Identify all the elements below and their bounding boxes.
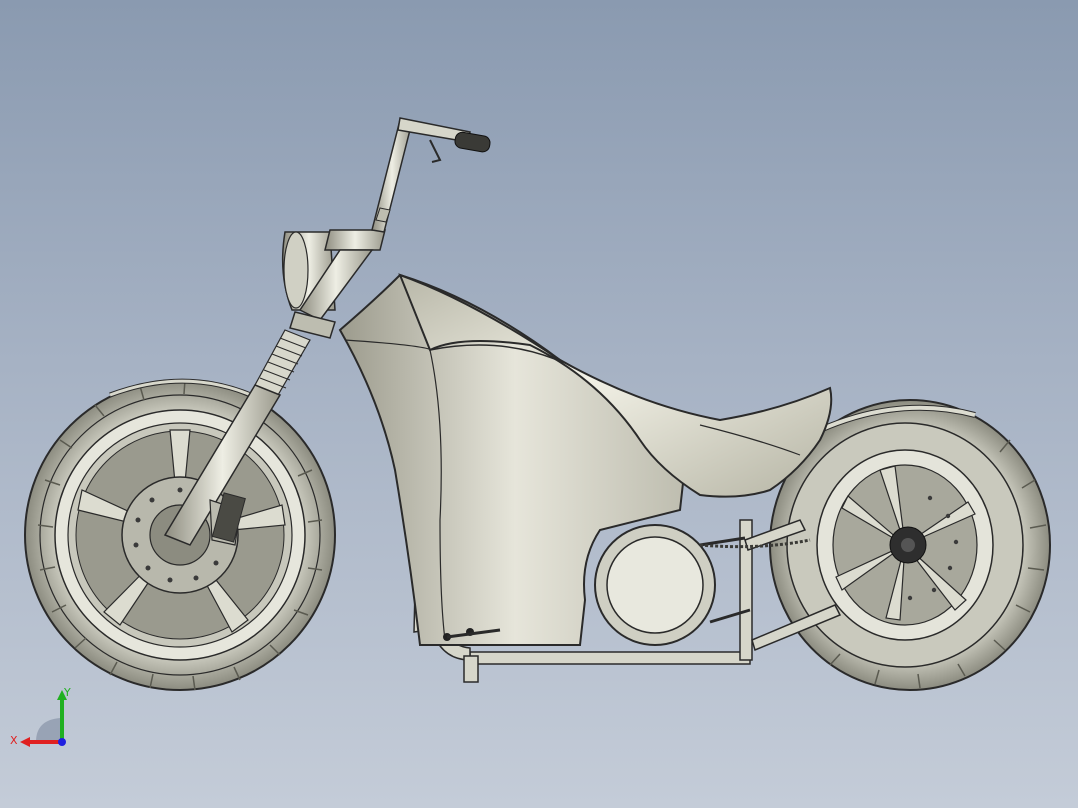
motor-housing[interactable] [594,524,751,646]
z-axis-dot [58,738,66,746]
axis-triad[interactable]: Y X [8,684,78,754]
3d-viewport[interactable]: Y X [0,0,1078,808]
y-axis-label: Y [63,686,71,699]
handlebar[interactable] [371,117,491,233]
motorcycle-model[interactable] [0,0,1078,808]
triad-plane-icon [36,718,60,742]
x-axis-label: X [10,734,18,747]
